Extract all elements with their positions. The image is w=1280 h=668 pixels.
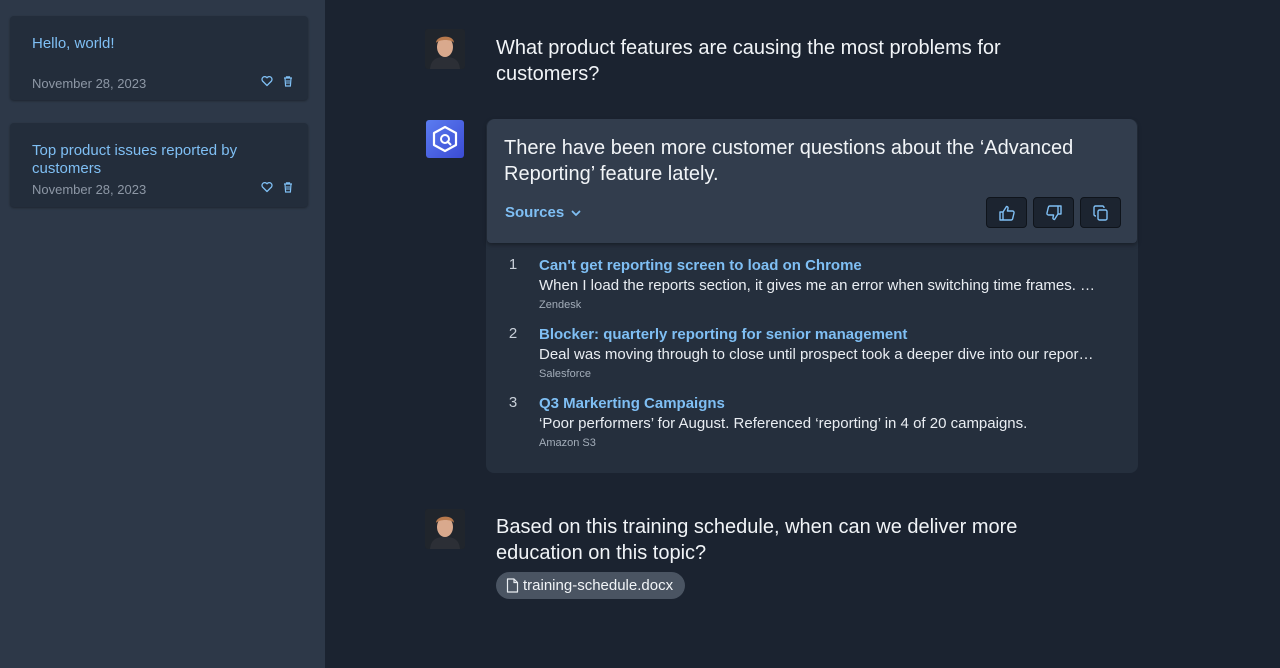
sources-label: Sources [505, 204, 565, 221]
file-icon [506, 578, 519, 593]
source-snippet: ‘Poor performers’ for August. Referenced… [539, 415, 1028, 432]
assistant-answer-text: There have been more customer questions … [504, 137, 1074, 185]
user-question: Based on this training schedule, when ca… [496, 516, 1018, 564]
source-snippet: Deal was moving through to close until p… [539, 346, 1094, 363]
copy-icon [1092, 204, 1108, 221]
conversation-actions [261, 75, 294, 87]
source-number: 1 [508, 256, 518, 273]
heart-icon[interactable] [261, 75, 273, 87]
conversation-actions [261, 181, 294, 193]
source-title-link[interactable]: Blocker: quarterly reporting for senior … [539, 326, 907, 343]
user-avatar [425, 29, 465, 69]
chevron-down-icon [571, 210, 581, 216]
source-origin: Salesforce [539, 368, 591, 380]
copy-button[interactable] [1080, 197, 1121, 228]
source-item: 3 Q3 Markerting Campaigns ‘Poor performe… [486, 392, 1138, 452]
user-question: What product features are causing the mo… [496, 37, 1001, 85]
feedback-buttons [986, 197, 1121, 228]
conversation-title[interactable]: Hello, world! [32, 35, 272, 53]
attachment-filename: training-schedule.docx [523, 577, 674, 594]
user-avatar [425, 509, 465, 549]
user-avatar-image [425, 29, 465, 69]
conversation-item[interactable]: Top product issues reported by customers… [10, 123, 308, 207]
trash-icon[interactable] [282, 75, 294, 87]
attachment-chip[interactable]: training-schedule.docx [496, 572, 686, 599]
source-item: 1 Can't get reporting screen to load on … [486, 254, 1138, 314]
source-origin: Amazon S3 [539, 437, 596, 449]
sources-toggle[interactable]: Sources [505, 204, 582, 221]
conversation-title[interactable]: Top product issues reported by customers [32, 142, 272, 178]
source-title-link[interactable]: Q3 Markerting Campaigns [539, 395, 725, 412]
source-origin: Zendesk [539, 299, 582, 311]
source-snippet: When I load the reports section, it give… [539, 277, 1096, 294]
conversation-sidebar: Hello, world! November 28, 2023 Top prod… [0, 0, 325, 668]
thumbs-up-icon [998, 205, 1015, 221]
conversation-date: November 28, 2023 [32, 76, 147, 91]
trash-icon[interactable] [282, 181, 294, 193]
thumbs-down-icon [1045, 204, 1062, 220]
thumbs-down-button[interactable] [1033, 197, 1074, 228]
conversation-date: November 28, 2023 [32, 182, 147, 197]
assistant-answer-panel: There have been more customer questions … [486, 119, 1138, 473]
conversation-item[interactable]: Hello, world! November 28, 2023 [10, 16, 308, 100]
assistant-avatar [426, 120, 464, 158]
heart-icon[interactable] [261, 181, 273, 193]
thumbs-up-button[interactable] [986, 197, 1027, 228]
assistant-logo-icon [432, 125, 458, 153]
source-title-link[interactable]: Can't get reporting screen to load on Ch… [539, 257, 862, 274]
source-number: 2 [508, 325, 518, 342]
assistant-answer: There have been more customer questions … [487, 119, 1137, 243]
source-number: 3 [508, 394, 518, 411]
source-item: 2 Blocker: quarterly reporting for senio… [486, 323, 1138, 383]
user-avatar-image [425, 509, 465, 549]
